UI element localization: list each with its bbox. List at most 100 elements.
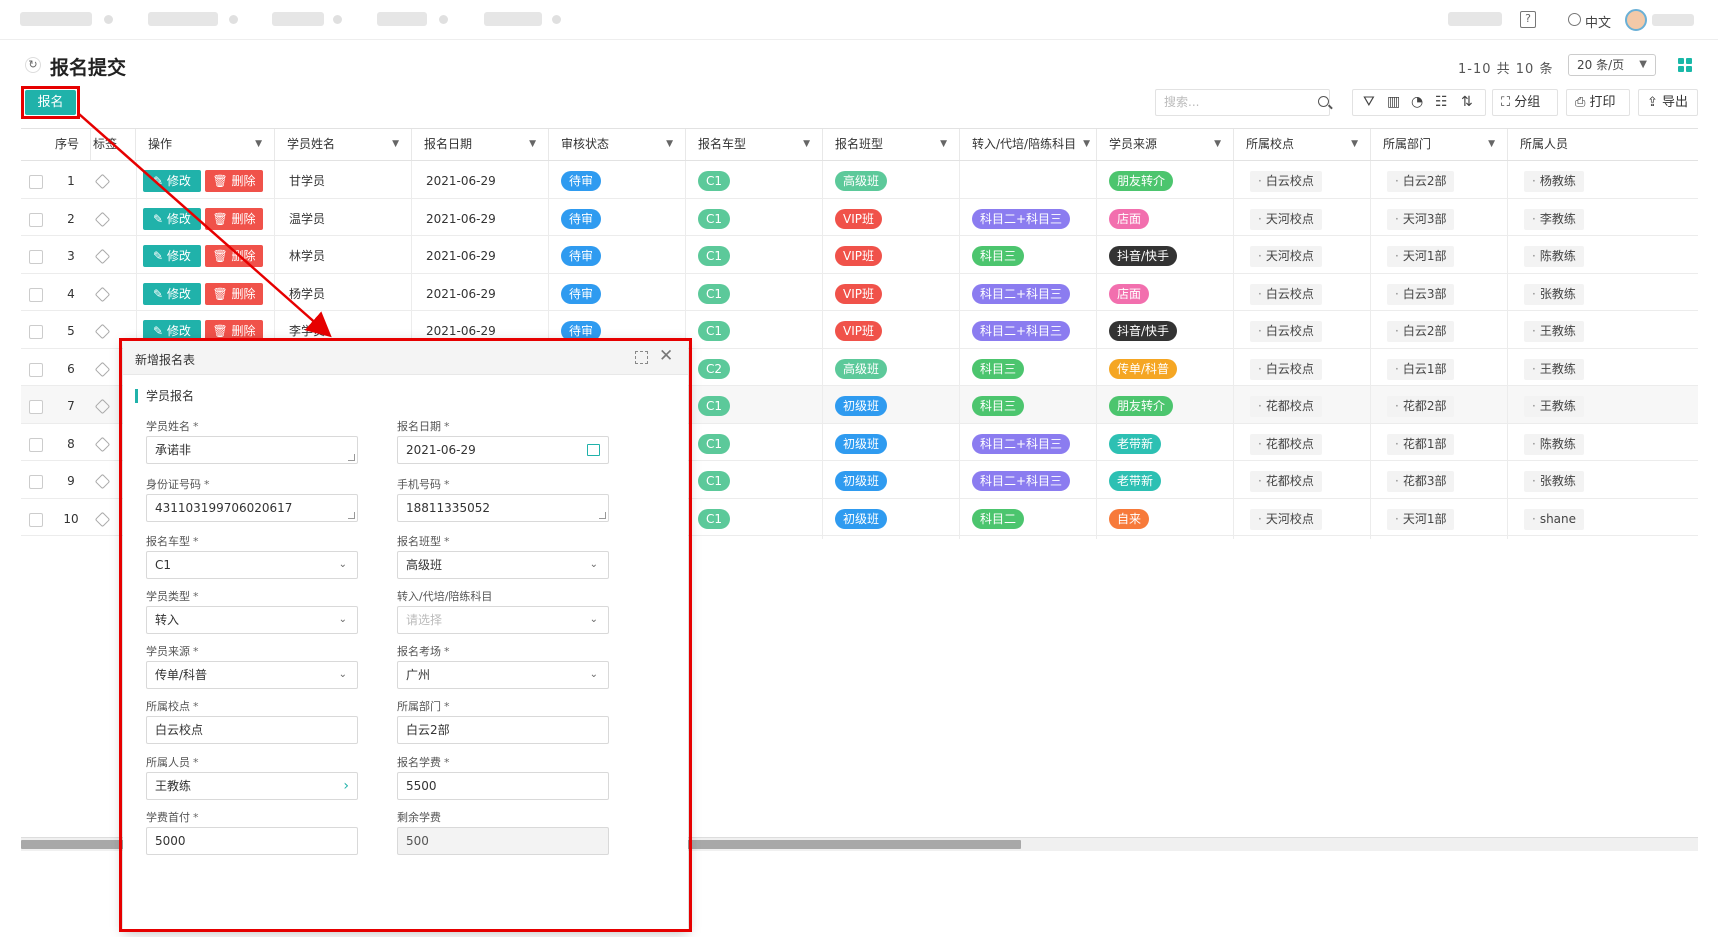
- edit-button[interactable]: ✎ 修改: [143, 282, 201, 305]
- language-switch[interactable]: 中文: [1585, 12, 1611, 31]
- source-select[interactable]: 传单/科普 ⌄: [146, 661, 358, 689]
- tag-icon[interactable]: [94, 398, 111, 415]
- col-header-school[interactable]: 所属校点 ▼: [1234, 129, 1371, 160]
- delete-button[interactable]: 🗑 删除: [205, 282, 263, 305]
- register-date-field[interactable]: 2021-06-29: [397, 436, 609, 464]
- user-name-blurred[interactable]: [1652, 14, 1694, 26]
- tag-icon[interactable]: [94, 323, 111, 340]
- expand-icon[interactable]: [635, 351, 648, 364]
- caret-down-icon[interactable]: ▼: [940, 129, 947, 160]
- pie-chart-icon[interactable]: ◔: [1411, 94, 1423, 110]
- car-type-select[interactable]: C1 ⌄: [146, 551, 358, 579]
- delete-button[interactable]: 🗑 删除: [205, 245, 263, 267]
- col-header-dept[interactable]: 所属部门 ▼: [1371, 129, 1508, 160]
- col-header-date[interactable]: 报名日期 ▼: [412, 129, 549, 160]
- close-icon[interactable]: ✕: [659, 346, 673, 366]
- calendar-icon[interactable]: [587, 444, 600, 456]
- dept-field[interactable]: 白云2部: [397, 716, 609, 744]
- row-checkbox[interactable]: [29, 212, 43, 227]
- caret-down-icon[interactable]: ▼: [803, 129, 810, 160]
- col-header-source[interactable]: 学员来源 ▼: [1097, 129, 1234, 160]
- row-checkbox[interactable]: [29, 362, 43, 377]
- close-icon[interactable]: [333, 15, 342, 24]
- col-header-subject[interactable]: 转入/代培/陪练科目 ▼: [960, 129, 1097, 160]
- table-row[interactable]: 3 ✎ 修改🗑 删除林学员2021-06-29 待审 C1 VIP班 科目三 抖音/快手 天河…: [21, 236, 1698, 276]
- row-checkbox[interactable]: [29, 250, 43, 264]
- tag-icon[interactable]: [94, 511, 111, 527]
- tag-icon[interactable]: [94, 473, 111, 490]
- row-checkbox[interactable]: [29, 287, 43, 302]
- chevron-right-icon[interactable]: ›: [343, 773, 349, 799]
- col-header-name[interactable]: 学员姓名 ▼: [275, 129, 412, 160]
- nav-tab-blurred[interactable]: [484, 12, 542, 26]
- caret-down-icon[interactable]: ▼: [529, 129, 536, 160]
- search-input[interactable]: 搜索...: [1155, 89, 1330, 116]
- col-header-actions[interactable]: 操作 ▼: [136, 129, 275, 160]
- delete-button[interactable]: 🗑 删除: [205, 170, 263, 192]
- col-header-car[interactable]: 报名车型 ▼: [686, 129, 823, 160]
- nav-tab-blurred[interactable]: [20, 12, 92, 26]
- export-button[interactable]: ⇪ 导出: [1638, 89, 1698, 116]
- student-type-select[interactable]: 转入 ⌄: [146, 606, 358, 634]
- id-number-field[interactable]: 431103199706020617: [146, 494, 358, 522]
- sort-icon[interactable]: ⇅: [1461, 94, 1473, 110]
- subject-select[interactable]: 请选择 ⌄: [397, 606, 609, 634]
- nav-tab-blurred[interactable]: [377, 12, 427, 26]
- row-checkbox[interactable]: [29, 400, 43, 414]
- nav-tab-blurred[interactable]: [272, 12, 324, 26]
- help-icon[interactable]: ?: [1520, 11, 1536, 28]
- school-field[interactable]: 白云校点: [146, 716, 358, 744]
- first-payment-field[interactable]: 5000: [146, 827, 358, 855]
- row-checkbox[interactable]: [29, 437, 43, 452]
- row-checkbox[interactable]: [29, 325, 43, 339]
- edit-button[interactable]: ✎ 修改: [143, 245, 201, 267]
- close-icon[interactable]: [439, 15, 448, 24]
- bar-chart-icon[interactable]: ▥: [1387, 94, 1400, 110]
- col-header-class[interactable]: 报名班型 ▼: [823, 129, 960, 160]
- caret-down-icon[interactable]: ▼: [1351, 129, 1358, 160]
- row-checkbox[interactable]: [29, 175, 43, 189]
- tag-icon[interactable]: [94, 361, 111, 377]
- phone-field[interactable]: 18811335052: [397, 494, 609, 522]
- close-icon[interactable]: [552, 15, 561, 24]
- tag-icon[interactable]: [94, 436, 111, 452]
- tag-icon[interactable]: [94, 173, 111, 190]
- print-button[interactable]: ⎙ 打印: [1566, 89, 1630, 116]
- page-size-select[interactable]: 20 条/页 ▼: [1568, 54, 1656, 76]
- search-icon[interactable]: [1318, 96, 1329, 107]
- caret-down-icon[interactable]: ▼: [1488, 129, 1495, 160]
- caret-down-icon[interactable]: ▼: [1083, 129, 1090, 160]
- col-header-person[interactable]: 所属人员: [1508, 129, 1698, 160]
- filter-icon[interactable]: ⛛: [1363, 94, 1375, 110]
- row-checkbox[interactable]: [29, 475, 43, 489]
- nav-tab-blurred[interactable]: [148, 12, 218, 26]
- exam-site-select[interactable]: 广州 ⌄: [397, 661, 609, 689]
- table-row[interactable]: 2 ✎ 修改🗑 删除温学员2021-06-29 待审 C1 VIP班 科目二+科目三 店面 天…: [21, 198, 1698, 239]
- person-picker[interactable]: 王教练 ›: [146, 772, 358, 800]
- col-header-status[interactable]: 审核状态 ▼: [549, 129, 686, 160]
- group-button[interactable]: ⛶ 分组: [1492, 89, 1558, 116]
- grid-view-icon[interactable]: [1678, 58, 1692, 72]
- delete-button[interactable]: 🗑 删除: [205, 207, 263, 230]
- caret-down-icon[interactable]: ▼: [1214, 129, 1221, 160]
- student-name-field[interactable]: 承诺非: [146, 436, 358, 464]
- fee-field[interactable]: 5500: [397, 772, 609, 800]
- caret-down-icon[interactable]: ▼: [392, 129, 399, 160]
- edit-button[interactable]: ✎ 修改: [143, 320, 201, 342]
- caret-down-icon[interactable]: ▼: [255, 129, 262, 160]
- close-icon[interactable]: [104, 15, 113, 24]
- close-icon[interactable]: [229, 15, 238, 24]
- header-blurred-item[interactable]: [1448, 12, 1502, 26]
- tag-icon[interactable]: [94, 211, 111, 227]
- edit-button[interactable]: ✎ 修改: [143, 207, 201, 230]
- table-row[interactable]: 1 ✎ 修改🗑 删除甘学员2021-06-29 待审 C1 高级班 朋友转介 白云校点 白云2…: [21, 161, 1698, 201]
- caret-down-icon[interactable]: ▼: [666, 129, 673, 160]
- edit-button[interactable]: ✎ 修改: [143, 170, 201, 192]
- globe-icon[interactable]: [1568, 13, 1581, 26]
- tag-icon[interactable]: [94, 248, 111, 265]
- row-checkbox[interactable]: [29, 512, 43, 527]
- tag-icon[interactable]: [94, 286, 111, 302]
- table-row[interactable]: 4 ✎ 修改🗑 删除杨学员2021-06-29 待审 C1 VIP班 科目二+科目三 店面 白…: [21, 273, 1698, 314]
- delete-button[interactable]: 🗑 删除: [205, 320, 263, 342]
- refresh-icon[interactable]: ↻: [25, 57, 41, 73]
